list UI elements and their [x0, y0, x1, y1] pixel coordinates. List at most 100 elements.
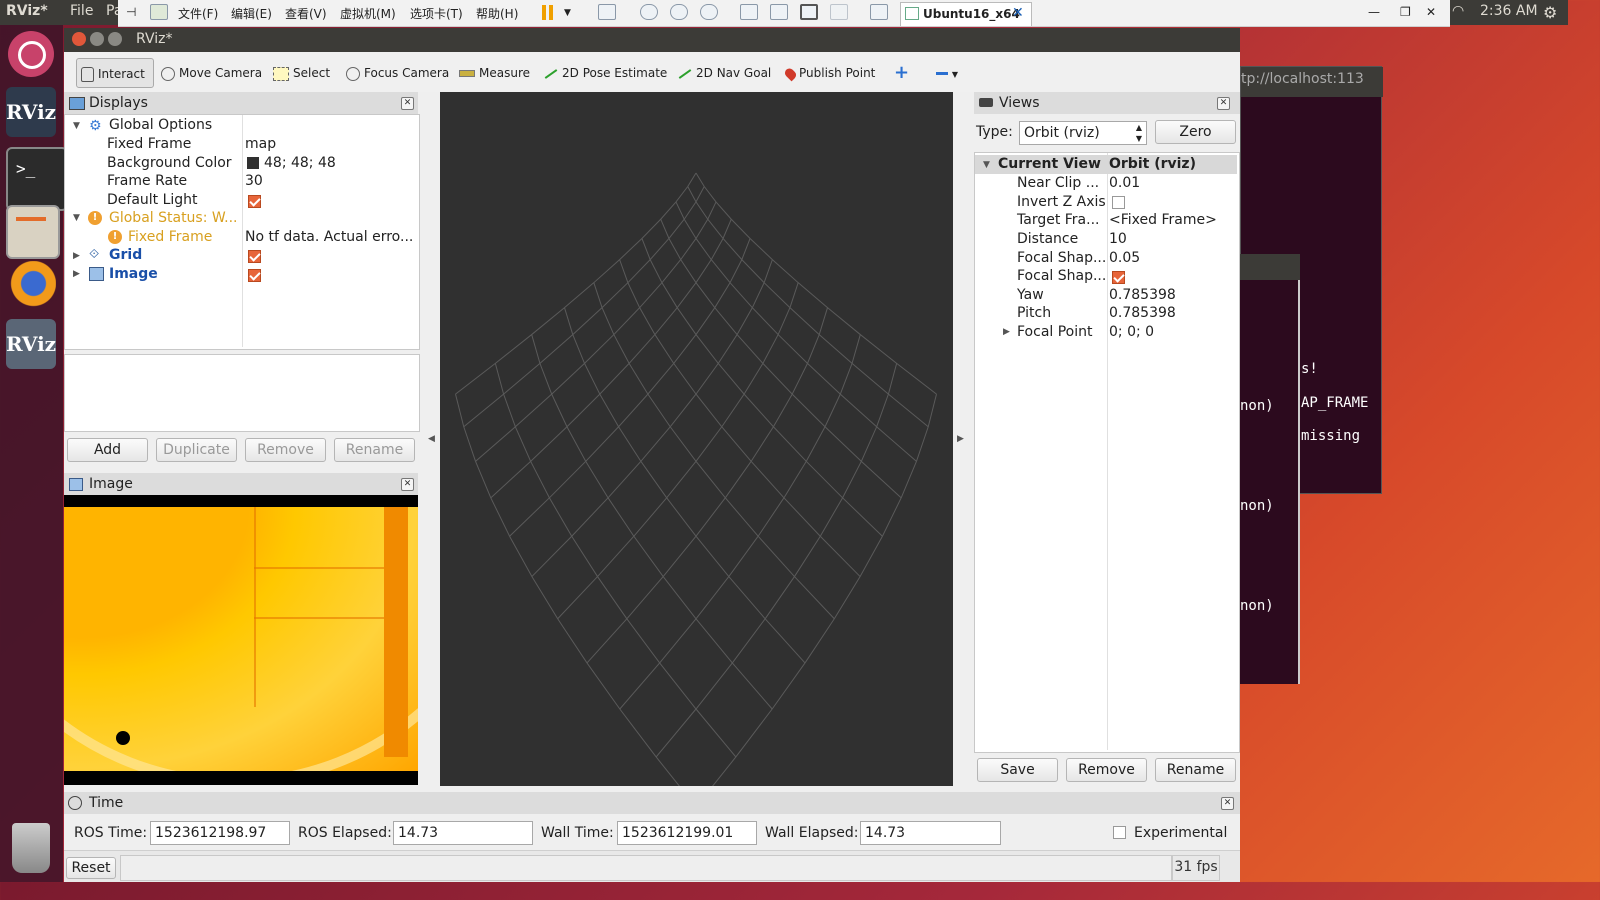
vm-minimize-icon[interactable]: —: [1368, 5, 1380, 19]
remove-view-button[interactable]: Remove: [1066, 758, 1147, 782]
yaw-value[interactable]: 0.785398: [1109, 286, 1176, 305]
vm-menu-vm[interactable]: 虚拟机(M): [340, 5, 396, 22]
vm-send-keys-icon[interactable]: [598, 4, 616, 20]
gear-icon[interactable]: ⚙: [1543, 3, 1557, 22]
files-icon[interactable]: [6, 205, 60, 259]
rename-display-button[interactable]: Rename: [334, 438, 415, 462]
current-view-label[interactable]: Current View: [998, 155, 1101, 174]
fullscreen-icon[interactable]: [800, 4, 818, 20]
vm-menu-help[interactable]: 帮助(H): [476, 5, 518, 22]
expand-arrow-icon[interactable]: ▶: [1003, 327, 1010, 337]
image-display-item[interactable]: Image: [109, 265, 158, 284]
wall-elapsed-field[interactable]: 14.73: [860, 821, 1001, 845]
reset-button[interactable]: Reset: [66, 857, 116, 879]
window-minimize-icon[interactable]: [90, 32, 104, 46]
vm-pin-icon[interactable]: ⊣: [126, 5, 136, 19]
pause-icon[interactable]: [542, 5, 546, 20]
menu-file[interactable]: File: [70, 3, 93, 19]
near-clip-value[interactable]: 0.01: [1109, 174, 1140, 193]
remove-display-button[interactable]: Remove: [245, 438, 326, 462]
expand-arrow-icon[interactable]: ▼: [73, 121, 80, 131]
duplicate-display-button[interactable]: Duplicate: [156, 438, 237, 462]
time-close-icon[interactable]: ✕: [1221, 797, 1234, 810]
collapse-right-icon[interactable]: ▶: [957, 434, 964, 444]
sidebar-toggle-icon[interactable]: [740, 4, 758, 20]
terminal-icon[interactable]: >_: [6, 147, 68, 211]
vm-menu-view[interactable]: 查看(V): [285, 5, 327, 22]
save-view-button[interactable]: Save: [977, 758, 1058, 782]
rviz-launcher-icon[interactable]: RViz: [6, 87, 56, 137]
default-light-checkbox[interactable]: [248, 195, 261, 208]
pause-dropdown-icon[interactable]: ▼: [564, 8, 571, 18]
experimental-checkbox[interactable]: [1113, 826, 1126, 839]
rename-view-button[interactable]: Rename: [1155, 758, 1236, 782]
publish-point-tool-button[interactable]: Publish Point: [783, 58, 875, 88]
expand-arrow-icon[interactable]: ▼: [73, 213, 80, 223]
color-swatch[interactable]: [247, 157, 259, 169]
pose-estimate-tool-button[interactable]: 2D Pose Estimate: [544, 58, 667, 88]
vm-menu-file[interactable]: 文件(F): [178, 5, 218, 22]
revert-snapshot-icon[interactable]: [670, 4, 688, 20]
displays-close-icon[interactable]: ✕: [401, 97, 414, 110]
console-view-icon[interactable]: [870, 4, 888, 20]
select-tool-button[interactable]: Select: [273, 58, 330, 88]
grid-checkbox[interactable]: [248, 250, 261, 263]
expand-arrow-icon[interactable]: ▶: [73, 251, 80, 261]
thumbnail-icon[interactable]: [770, 4, 788, 20]
window-maximize-icon[interactable]: [108, 32, 122, 46]
firefox-icon[interactable]: [6, 261, 56, 311]
expand-arrow-icon[interactable]: ▶: [73, 269, 80, 279]
interact-tool-button[interactable]: Interact: [76, 58, 154, 88]
vm-menu-edit[interactable]: 编辑(E): [231, 5, 272, 22]
add-display-button[interactable]: Add: [67, 438, 148, 462]
grid-display-item[interactable]: Grid: [109, 246, 142, 265]
view-type-select[interactable]: Orbit (rviz) ▲ ▼: [1019, 121, 1147, 145]
move-camera-tool-button[interactable]: Move Camera: [161, 58, 262, 88]
views-close-icon[interactable]: ✕: [1217, 97, 1230, 110]
displays-tree[interactable]: ▼ ⚙ Global Options Fixed Frame map Backg…: [64, 114, 420, 350]
trash-icon[interactable]: [12, 823, 50, 873]
vm-home-icon[interactable]: [150, 4, 168, 20]
invert-z-checkbox[interactable]: [1112, 196, 1125, 209]
clock[interactable]: 2:36 AM: [1480, 3, 1538, 19]
background-color-value[interactable]: 48; 48; 48: [264, 154, 336, 173]
nav-goal-tool-button[interactable]: 2D Nav Goal: [678, 58, 771, 88]
pitch-value[interactable]: 0.785398: [1109, 304, 1176, 323]
image-panel-close-icon[interactable]: ✕: [401, 478, 414, 491]
target-frame-value[interactable]: <Fixed Frame>: [1109, 211, 1217, 230]
collapse-left-icon[interactable]: ◀: [428, 434, 435, 444]
expand-arrow-icon[interactable]: ▼: [983, 160, 990, 170]
terminal-window-front[interactable]: non) non) non): [1240, 280, 1300, 684]
rviz-running-icon[interactable]: RViz: [6, 319, 56, 369]
vm-menu-tabs[interactable]: 选项卡(T): [410, 5, 463, 22]
snapshot-icon[interactable]: [640, 4, 658, 20]
vm-tab-close-icon[interactable]: ✕: [1012, 5, 1024, 21]
focal-shape-size-value[interactable]: 0.05: [1109, 249, 1140, 268]
wall-time-field[interactable]: 1523612199.01: [617, 821, 757, 845]
image-checkbox[interactable]: [248, 269, 261, 282]
ros-time-field[interactable]: 1523612198.97: [150, 821, 290, 845]
vm-close-icon[interactable]: ✕: [1426, 5, 1436, 19]
snapshot-manager-icon[interactable]: [700, 4, 718, 20]
views-tree[interactable]: ▼ Current View Orbit (rviz) Near Clip ..…: [974, 152, 1240, 753]
image-view[interactable]: [64, 495, 418, 785]
focal-shape-fixed-checkbox[interactable]: [1112, 271, 1125, 284]
unity-mode-icon[interactable]: [830, 4, 848, 20]
focal-point-value[interactable]: 0; 0; 0: [1109, 323, 1154, 342]
vm-restore-icon[interactable]: ❐: [1400, 5, 1411, 19]
measure-tool-button[interactable]: Measure: [459, 58, 530, 88]
focus-camera-tool-button[interactable]: Focus Camera: [346, 58, 449, 88]
zero-button[interactable]: Zero: [1155, 120, 1236, 144]
ubuntu-dash-icon[interactable]: [8, 31, 54, 77]
window-close-icon[interactable]: [72, 32, 86, 46]
frame-rate-value[interactable]: 30: [245, 172, 263, 191]
global-options-item[interactable]: Global Options: [109, 116, 212, 135]
global-status-item[interactable]: Global Status: W...: [109, 209, 237, 228]
distance-value[interactable]: 10: [1109, 230, 1127, 249]
3d-viewport[interactable]: [440, 92, 953, 786]
vm-tab[interactable]: Ubuntu16_x64 ✕: [900, 2, 1032, 26]
wifi-icon[interactable]: ◠: [1452, 3, 1464, 19]
fixed-frame-value[interactable]: map: [245, 135, 276, 154]
ros-elapsed-field[interactable]: 14.73: [393, 821, 533, 845]
remove-tool-icon[interactable]: ▼: [936, 58, 958, 88]
